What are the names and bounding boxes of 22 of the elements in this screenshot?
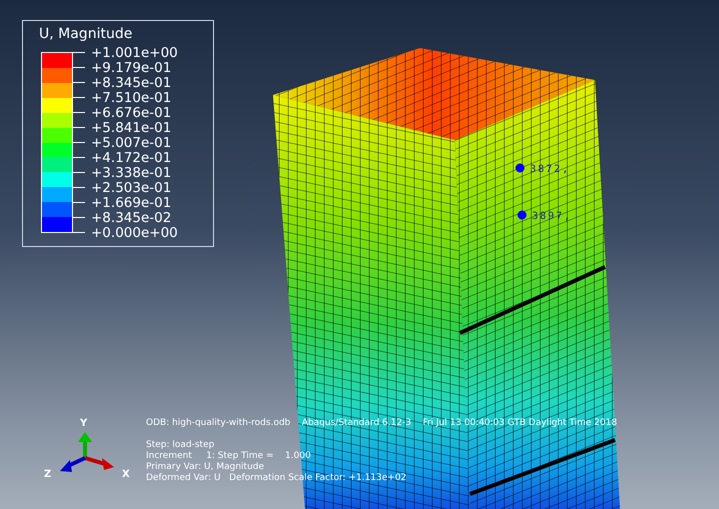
legend-title: U, Magnitude [39, 25, 134, 43]
legend-value: +7.510e-01 [91, 90, 172, 106]
legend-value: +3.338e-01 [91, 164, 172, 180]
legend-value: +2.503e-01 [91, 180, 172, 196]
legend-value: +0.000e+00 [91, 224, 178, 240]
axis-label: X [122, 469, 130, 481]
axis-label: Z [44, 469, 52, 481]
legend-value: +1.669e-01 [91, 194, 172, 210]
legend-value: +8.345e-01 [91, 74, 172, 90]
legend-value: +8.345e-02 [91, 210, 172, 226]
legend-value: +5.007e-01 [91, 134, 172, 150]
legend-value: +9.179e-01 [91, 60, 172, 76]
legend-value: +5.841e-01 [91, 120, 172, 136]
axis-triad-icon [60, 432, 114, 472]
step-info-text: Primary Var: U, Magnitude [146, 462, 266, 473]
axis-label: Y [80, 418, 88, 430]
step-info-text: Step: load-step [146, 440, 216, 451]
node-marker-icon [518, 210, 526, 220]
node-marker-icon [516, 164, 524, 172]
legend-value: +1.001e+00 [91, 44, 178, 60]
legend-value: +4.172e-01 [91, 150, 172, 166]
legend-value: +6.676e-01 [91, 104, 172, 120]
